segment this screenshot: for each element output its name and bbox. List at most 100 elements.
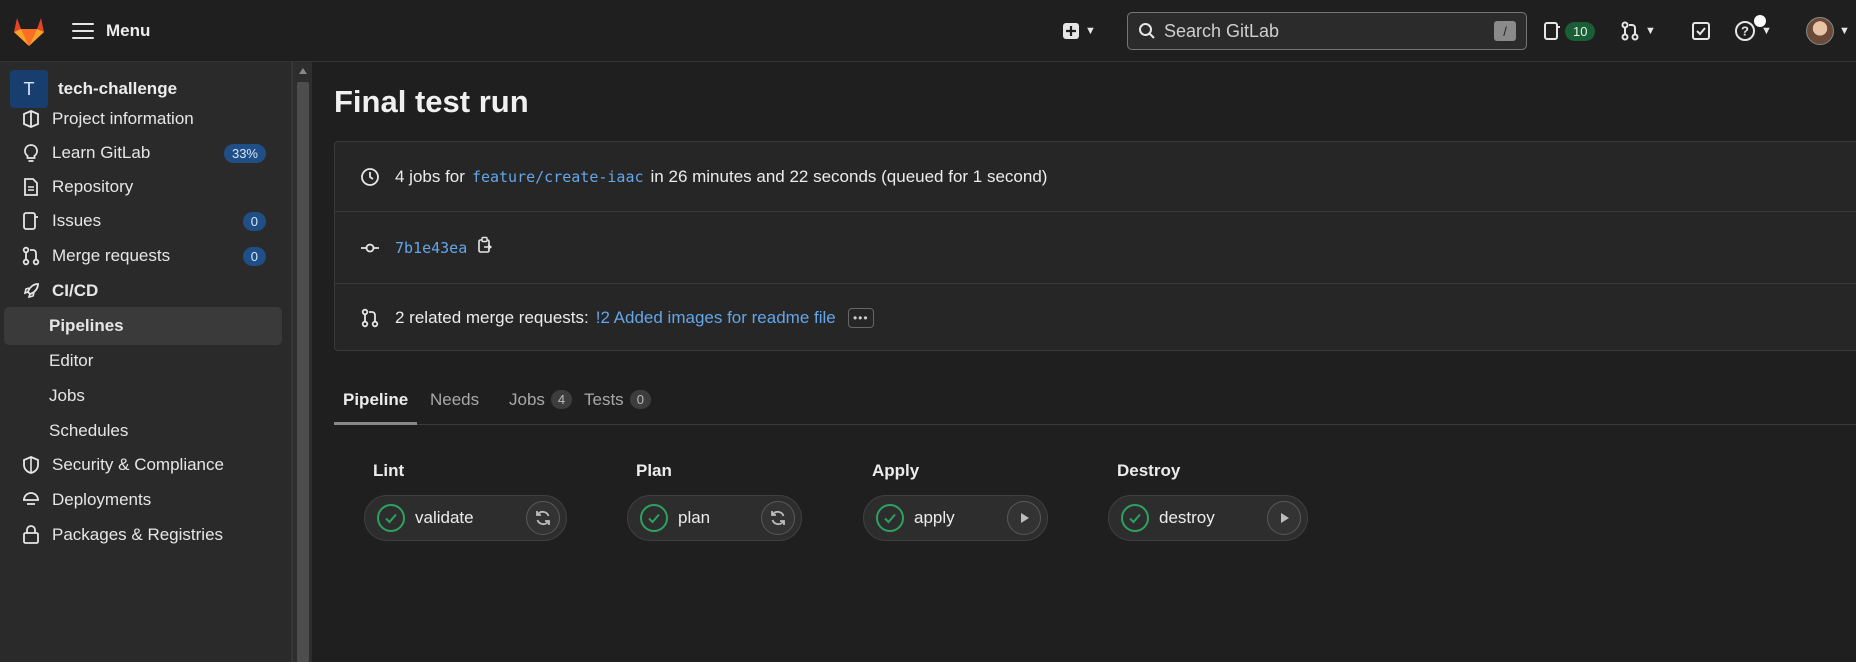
- package-icon: [20, 524, 42, 546]
- related-mr-link[interactable]: !2 Added images for readme file: [596, 308, 836, 328]
- search-shortcut-key: /: [1494, 21, 1516, 41]
- chevron-down-icon: ▼: [1645, 25, 1656, 37]
- job-plan[interactable]: plan: [627, 495, 802, 541]
- user-menu-button[interactable]: ▼: [1806, 17, 1850, 45]
- copy-icon[interactable]: [477, 236, 493, 259]
- sidebar-item-packages-registries[interactable]: Packages & Registries: [4, 516, 282, 554]
- retry-icon[interactable]: [761, 501, 795, 535]
- sidebar-item-learn-gitlab[interactable]: Learn GitLab 33%: [4, 134, 282, 172]
- scroll-up-icon[interactable]: [299, 68, 307, 74]
- sidebar-item-deployments[interactable]: Deployments: [4, 481, 282, 519]
- tab-pipeline[interactable]: Pipeline: [334, 380, 417, 425]
- project-icon: [20, 108, 42, 130]
- merge-requests-nav-button[interactable]: ▼: [1620, 17, 1656, 45]
- job-apply[interactable]: apply: [863, 495, 1048, 541]
- sidebar-item-label: Editor: [49, 351, 94, 370]
- summary-prefix: 4 jobs for: [395, 166, 465, 186]
- sidebar-item-repository[interactable]: Repository: [4, 168, 282, 206]
- sidebar-item-label: Jobs: [49, 386, 85, 405]
- tab-label: Needs: [430, 390, 480, 409]
- sidebar-item-label: Project information: [52, 109, 194, 128]
- todos-nav-button[interactable]: [1691, 17, 1711, 45]
- help-button[interactable]: ? ▼: [1734, 15, 1772, 45]
- stage-title-destroy: Destroy: [1117, 461, 1181, 480]
- job-name: destroy: [1159, 508, 1215, 527]
- sidebar-item-merge-requests[interactable]: Merge requests 0: [4, 237, 282, 275]
- stage-title-lint: Lint: [373, 461, 405, 480]
- commit-sha-link[interactable]: 7b1e43ea: [395, 239, 467, 257]
- sidebar-item-label: Deployments: [52, 490, 152, 509]
- tab-label: Jobs: [509, 390, 545, 409]
- project-name: tech-challenge: [58, 79, 178, 98]
- branch-link[interactable]: feature/create-iaac: [472, 168, 644, 186]
- rocket-icon: [20, 280, 42, 302]
- search-placeholder: Search GitLab: [1164, 20, 1280, 41]
- scrollbar-thumb[interactable]: [297, 82, 309, 662]
- merge-request-icon: [1621, 21, 1639, 41]
- play-icon[interactable]: [1267, 501, 1301, 535]
- related-prefix: 2 related merge requests:: [395, 308, 589, 327]
- pipeline-tabs: Pipeline Needs Jobs 4 Tests 0: [334, 380, 1856, 425]
- shield-icon: [20, 454, 42, 476]
- clock-icon: [359, 166, 381, 188]
- commit-icon: [359, 237, 381, 259]
- tab-jobs[interactable]: Jobs 4: [509, 380, 573, 425]
- count-badge: 0: [242, 211, 266, 231]
- sidebar-item-label: Issues: [52, 211, 102, 230]
- search-icon: [1139, 23, 1155, 39]
- tab-tests[interactable]: Tests 0: [584, 380, 651, 425]
- plus-square-icon: [1063, 23, 1079, 39]
- sidebar-item-jobs[interactable]: Jobs: [4, 377, 282, 415]
- issues-count-badge: 10: [1565, 21, 1596, 41]
- sidebar-item-project-information[interactable]: Project information: [4, 100, 282, 138]
- sidebar-item-security-compliance[interactable]: Security & Compliance: [4, 446, 282, 484]
- commit-row: 7b1e43ea: [335, 212, 1856, 284]
- chevron-down-icon: ▼: [1761, 25, 1772, 37]
- job-validate[interactable]: validate: [364, 495, 567, 541]
- more-options-button[interactable]: •••: [847, 308, 874, 328]
- summary-suffix: in 26 minutes and 22 seconds (queued for…: [650, 166, 1048, 186]
- job-destroy[interactable]: destroy: [1108, 495, 1308, 541]
- success-check-icon: [1121, 504, 1149, 532]
- sidebar-item-ci-cd[interactable]: CI/CD: [4, 272, 282, 310]
- success-check-icon: [377, 504, 405, 532]
- search-input[interactable]: Search GitLab /: [1127, 12, 1527, 50]
- job-name: plan: [678, 508, 711, 527]
- hamburger-icon: [72, 23, 94, 39]
- avatar: [1806, 17, 1834, 45]
- help-icon: ?: [1735, 21, 1755, 41]
- notification-dot: [1753, 15, 1766, 27]
- menu-button[interactable]: Menu: [72, 17, 150, 45]
- sidebar-scrollbar[interactable]: [292, 62, 312, 662]
- issues-nav-button[interactable]: 10: [1543, 17, 1596, 45]
- top-bar: Menu ▼ Search GitLab / 10 ▼ ? ▼ ▼: [0, 0, 1856, 62]
- merge-request-icon: [359, 307, 381, 329]
- sidebar-item-label: Learn GitLab: [52, 143, 151, 162]
- sidebar-item-schedules[interactable]: Schedules: [4, 412, 282, 450]
- play-icon[interactable]: [1007, 501, 1041, 535]
- tab-count-badge: 0: [629, 390, 651, 409]
- tab-label: Tests: [584, 390, 624, 409]
- sidebar: T tech-challenge Project information Lea…: [0, 62, 292, 662]
- issues-icon: [1544, 22, 1560, 40]
- chevron-down-icon: ▼: [1085, 25, 1096, 37]
- stage-title-plan: Plan: [636, 461, 672, 480]
- progress-badge: 33%: [223, 143, 266, 163]
- svg-text:?: ?: [1741, 24, 1749, 39]
- pipeline-info-box: 4 jobs for feature/create-iaac in 26 min…: [334, 141, 1856, 351]
- retry-icon[interactable]: [526, 501, 560, 535]
- main-content: Final test run 4 jobs for feature/create…: [313, 62, 1856, 662]
- sidebar-item-pipelines[interactable]: Pipelines: [4, 307, 282, 345]
- sidebar-item-editor[interactable]: Editor: [4, 342, 282, 380]
- new-item-button[interactable]: ▼: [1062, 17, 1096, 45]
- issues-icon: [20, 210, 42, 232]
- sidebar-item-label: Merge requests: [52, 246, 171, 265]
- tab-needs[interactable]: Needs: [430, 380, 479, 425]
- menu-label: Menu: [106, 21, 151, 40]
- sidebar-item-issues[interactable]: Issues 0: [4, 202, 282, 240]
- gitlab-logo-icon[interactable]: [10, 12, 48, 50]
- sidebar-item-label: Repository: [52, 177, 134, 196]
- sidebar-item-label: Security & Compliance: [52, 455, 224, 474]
- chevron-down-icon: ▼: [1839, 25, 1850, 37]
- success-check-icon: [876, 504, 904, 532]
